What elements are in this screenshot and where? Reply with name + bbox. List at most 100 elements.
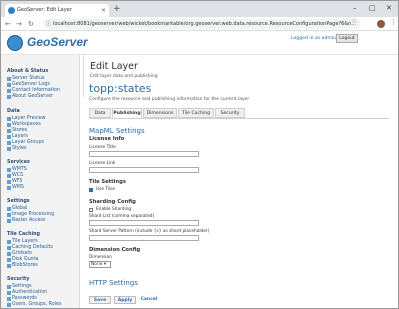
sidebar-item-layers[interactable]: Layers [7,134,28,139]
about-icon [7,95,11,99]
users-icon [7,303,11,307]
layers-icon [7,135,11,139]
sidebar-item-gridsets[interactable]: Gridsets [7,251,32,256]
sidebar-item-geoserver-logs[interactable]: GeoServer Logs [7,82,50,87]
server-icon [7,77,11,81]
enable-sharding-checkbox[interactable] [89,208,93,212]
cancel-button[interactable]: Cancel [138,296,160,304]
tab-tile-caching[interactable]: Tile Caching [178,108,214,118]
sidebar-item-contact[interactable]: Contact Information [7,88,60,93]
sidebar-item-styles[interactable]: Styles [7,146,27,151]
publishing-panel: MapML Settings License Info License Titl… [89,118,389,287]
sidebar-item-security-settings[interactable]: Settings [7,284,32,289]
layer-description: Configure the resource and publishing in… [89,97,250,102]
apply-button[interactable]: Apply [114,296,136,304]
shard-list-input[interactable] [89,220,199,226]
shard-list-label: Shard List (comma separated) [89,214,155,219]
maximize-icon[interactable]: □ [369,4,376,13]
sidebar-item-passwords[interactable]: Passwords [7,296,37,301]
url-text: localhost:8081/geoserver/web/wicket/book… [53,21,357,27]
license-link-input[interactable] [89,167,199,173]
close-window-icon[interactable]: ✕ [386,4,392,13]
sidebar: About & Status Server Status GeoServer L… [1,55,80,308]
globe-icon [7,35,23,51]
mapml-heading: MapML Settings [89,127,145,135]
sidebar-item-stores[interactable]: Stores [7,128,27,133]
use-tiles-label: Use Tiles [96,187,116,192]
brand-name: GeoServer [27,35,88,49]
sidebar-item-wms[interactable]: WMS [7,185,24,190]
sidebar-item-layer-preview[interactable]: Layer Preview [7,116,46,121]
sidebar-item-users-groups-roles[interactable]: Users, Groups, Roles [7,302,61,307]
section-services: Services [7,160,30,165]
back-icon[interactable]: ← [5,19,11,29]
sidebar-item-global[interactable]: Global [7,206,27,211]
sidebar-item-blobstores[interactable]: BlobStores [7,263,38,268]
page-subtitle: Edit layer data and publishing [90,74,158,79]
new-tab-button[interactable]: + [113,3,121,15]
sidebar-item-wmts[interactable]: WMTS [7,167,27,172]
sidebar-item-authentication[interactable]: Authentication [7,290,47,295]
section-security: Security [7,277,30,282]
shard-server-pattern-input[interactable] [89,235,199,241]
tab-security[interactable]: Security [215,108,245,118]
layer-group-icon [7,141,11,145]
key-icon [7,291,11,295]
info-icon[interactable]: ⓘ [46,19,51,29]
license-title-input[interactable] [89,151,199,157]
sidebar-item-server-status[interactable]: Server Status [7,76,45,81]
sidebar-item-image-processing[interactable]: Image Processing [7,212,54,217]
service-icon [7,180,11,184]
dimension-select[interactable]: None ▾ [89,261,111,268]
style-icon [7,147,11,151]
geoserver-logo[interactable]: GeoServer [7,33,88,53]
sidebar-item-wcs[interactable]: WCS [7,173,23,178]
service-icon [7,186,11,190]
workspace-icon [7,123,11,127]
save-button[interactable]: Save [89,296,111,304]
minimize-icon[interactable]: – [353,4,357,13]
sidebar-item-raster-access[interactable]: Raster Access [7,218,45,223]
url-field[interactable]: ⓘ localhost:8081/geoserver/web/wicket/bo… [43,19,361,29]
sidebar-item-layer-groups[interactable]: Layer Groups [7,140,44,145]
shard-server-pattern-label: Shard Server Pattern (include {s} as sha… [89,229,210,234]
profile-avatar[interactable] [377,20,385,28]
section-about-status: About & Status [7,69,49,74]
geoserver-favicon-icon [8,7,15,14]
forward-icon[interactable]: → [16,19,22,29]
license-info-heading: License Info [89,136,125,142]
tab-dimensions[interactable]: Dimensions [143,108,177,118]
address-bar-row: ← → ↻ ⓘ localhost:8081/geoserver/web/wic… [1,17,398,31]
sidebar-item-disk-quota[interactable]: Disk Quota [7,257,38,262]
global-icon [7,207,11,211]
app-header: GeoServer Logged in as admin. Logout [1,31,398,55]
sidebar-item-caching-defaults[interactable]: Caching Defaults [7,245,53,250]
logout-button[interactable]: Logout [336,34,358,43]
tab-data[interactable]: Data [89,108,111,118]
sidebar-item-tile-layers[interactable]: Tile Layers [7,239,38,244]
browser-menu-icon[interactable]: ⋮ [390,18,397,26]
blob-icon [7,264,11,268]
layer-name: topp:states [89,82,152,95]
page: GeoServer Logged in as admin. Logout Abo… [1,31,398,308]
sharding-config-heading: Sharding Config [89,199,136,205]
logged-in-text: Logged in as admin. [291,36,338,41]
preview-icon [7,117,11,121]
tab-title: GeoServer: Edit Layer [17,7,72,13]
close-tab-icon[interactable]: × [101,4,106,17]
bookmark-star-icon[interactable]: ☆ [351,17,357,25]
image-icon [7,213,11,217]
reload-icon[interactable]: ↻ [28,19,34,29]
use-tiles-checkbox[interactable] [89,188,93,192]
tab-publishing[interactable]: Publishing [112,108,142,118]
section-settings: Settings [7,199,30,204]
grid-icon [7,252,11,256]
dimension-config-heading: Dimension Config [89,247,141,253]
sidebar-item-workspaces[interactable]: Workspaces [7,122,41,127]
sidebar-item-wfs[interactable]: WFS [7,179,22,184]
http-settings-heading: HTTP Settings [89,279,138,287]
page-title: Edit Layer [90,61,138,72]
license-title-label: License Title [89,145,116,150]
browser-tab[interactable]: GeoServer: Edit Layer × [5,4,109,17]
sidebar-item-about[interactable]: About GeoServer [7,94,53,99]
